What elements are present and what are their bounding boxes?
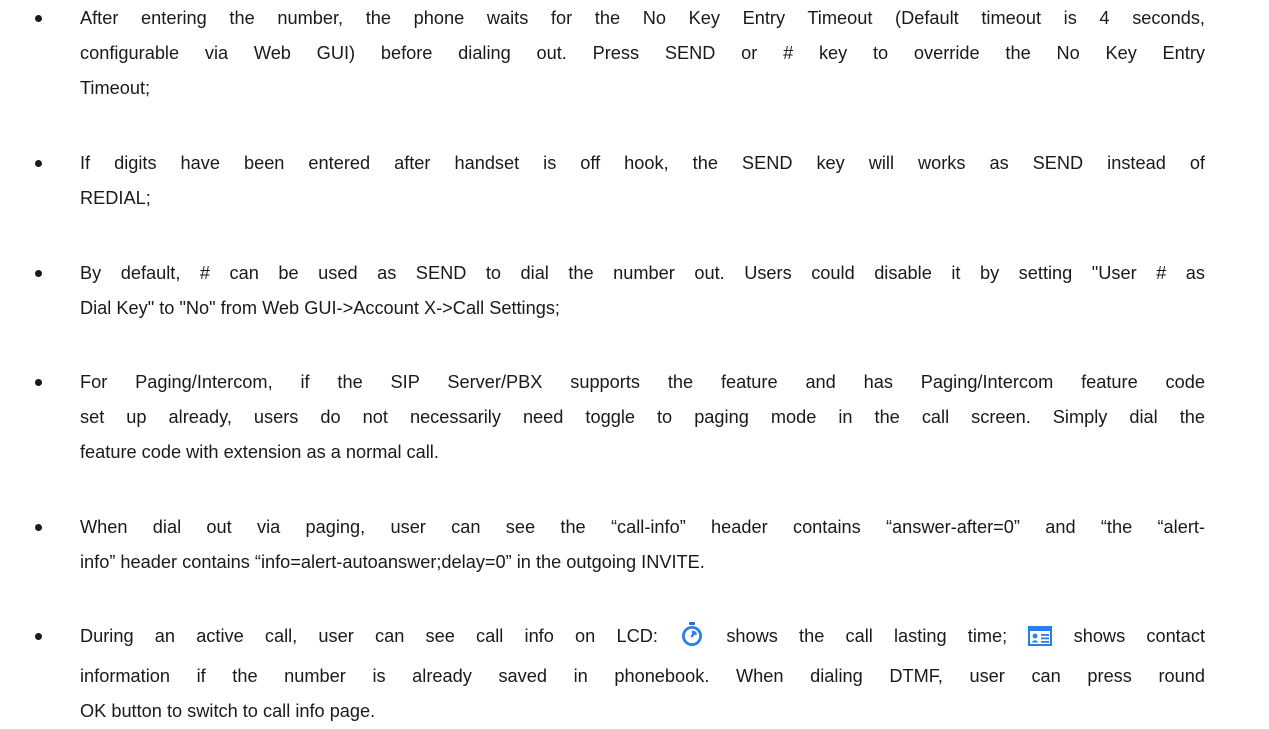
text-line: By default, # can be used as SEND to dia…: [80, 263, 1205, 283]
text-line: configurable via Web GUI) before dialing…: [80, 43, 1205, 63]
text-line: Timeout;: [80, 78, 151, 98]
bullet-text: After entering the number, the phone wai…: [80, 1, 1205, 106]
bullet-text: For Paging/Intercom, if the SIP Server/P…: [80, 365, 1205, 470]
bullet-dot: [35, 160, 42, 167]
text-line: REDIAL;: [80, 188, 151, 208]
bullet-text: During an active call, user can see call…: [80, 619, 1205, 729]
text-line: If digits have been entered after handse…: [80, 153, 1205, 173]
text-line: For Paging/Intercom, if the SIP Server/P…: [80, 372, 1205, 392]
text-segment: During an active call, user can see call…: [80, 626, 658, 646]
text-line: OK button to switch to call info page.: [80, 701, 376, 721]
bullet-text: If digits have been entered after handse…: [80, 146, 1205, 216]
text-line: information if the number is already sav…: [80, 666, 1205, 686]
document-page: After entering the number, the phone wai…: [0, 0, 1269, 721]
timer-icon: [679, 621, 705, 659]
text-line: After entering the number, the phone wai…: [80, 8, 1205, 28]
bullet-dot: [35, 270, 42, 277]
bullet-text: When dial out via paging, user can see t…: [80, 510, 1205, 580]
text-segment: shows the call lasting time;: [726, 626, 1008, 646]
bullet-dot: [35, 633, 42, 640]
bullet-dot: [35, 379, 42, 386]
text-line: When dial out via paging, user can see t…: [80, 517, 1205, 537]
text-segment: shows contact: [1073, 626, 1205, 646]
bullet-dot: [35, 524, 42, 531]
text-line: info” header contains “info=alert-autoan…: [80, 552, 705, 572]
text-line: feature code with extension as a normal …: [80, 442, 439, 462]
contact-card-icon: [1028, 624, 1053, 659]
bullet-text: By default, # can be used as SEND to dia…: [80, 256, 1205, 326]
text-line: Dial Key" to "No" from Web GUI->Account …: [80, 298, 560, 318]
text-line: During an active call, user can see call…: [80, 619, 1205, 659]
text-line: set up already, users do not necessarily…: [80, 407, 1205, 427]
bullet-dot: [35, 15, 42, 22]
